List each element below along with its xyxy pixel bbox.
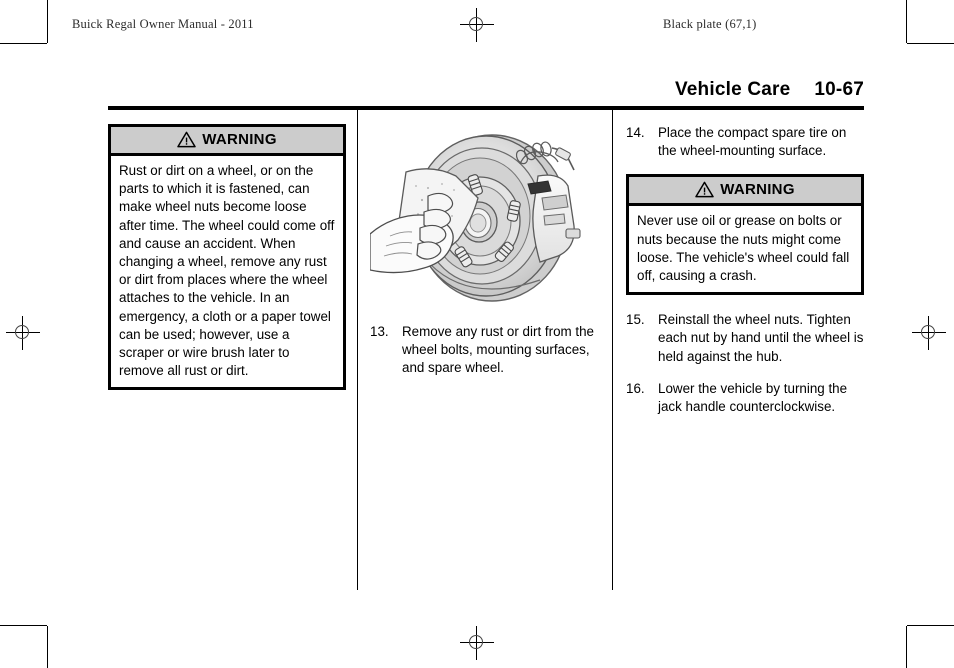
warning-triangle-icon <box>177 131 196 148</box>
registration-mark-bottom <box>460 626 494 660</box>
page-title-section: Vehicle Care <box>674 79 791 100</box>
registration-mark-circle <box>469 635 483 649</box>
registration-mark-left <box>6 316 40 350</box>
step-13-text: Remove any rust or dirt from the wheel b… <box>402 324 595 376</box>
step-16-text: Lower the vehicle by turning the jack ha… <box>658 380 848 415</box>
warning-box-rust-or-dirt: WARNING Rust or dirt on a wheel, or on t… <box>108 124 346 391</box>
warning-label: WARNING <box>720 181 795 199</box>
wheel-hub-cleaning-illustration <box>370 124 602 309</box>
column-right: 14. Place the compact spare tire on the … <box>626 124 864 430</box>
page-title-rule <box>108 106 864 110</box>
running-head-left: Buick Regal Owner Manual - 2011 <box>72 17 254 31</box>
warning-body-text: Rust or dirt on a wheel, or on the parts… <box>119 163 335 379</box>
registration-mark-top <box>460 8 494 42</box>
step-14: 14. Place the compact spare tire on the … <box>626 124 864 160</box>
step-14-number: 14. <box>626 125 645 140</box>
step-16: 16. Lower the vehicle by turning the jac… <box>626 380 864 416</box>
warning-box-header: WARNING <box>629 177 861 207</box>
trim-mark-bottom-left-vertical <box>47 626 48 668</box>
warning-label: WARNING <box>202 131 277 148</box>
trim-mark-top-right-horizontal <box>907 43 954 44</box>
trim-mark-top-right-vertical <box>906 0 907 43</box>
step-15: 15. Reinstall the wheel nuts. Tighten ea… <box>626 311 864 366</box>
trim-mark-bottom-right-horizontal <box>907 625 954 626</box>
registration-mark-circle <box>15 325 29 339</box>
trim-mark-top-left-horizontal <box>0 43 47 44</box>
registration-mark-circle <box>921 325 935 339</box>
step-13-number: 13. <box>370 324 389 339</box>
step-14-text: Place the compact spare tire on the whee… <box>658 125 847 159</box>
warning-box-header: WARNING <box>111 127 343 156</box>
column-left: WARNING Rust or dirt on a wheel, or on t… <box>108 124 346 391</box>
trim-mark-bottom-right-vertical <box>906 626 907 668</box>
warning-body-text: Never use oil or grease on bolts or nuts… <box>637 213 850 284</box>
warning-triangle-icon <box>695 182 714 198</box>
warning-box-no-oil-or-grease: WARNING Never use oil or grease on bolts… <box>626 174 864 296</box>
column-divider-right <box>612 108 613 590</box>
step-15-text: Reinstall the wheel nuts. Tighten each n… <box>658 312 864 364</box>
running-head-right: Black plate (67,1) <box>663 17 757 31</box>
trim-mark-bottom-left-horizontal <box>0 625 47 626</box>
step-13: 13. Remove any rust or dirt from the whe… <box>370 323 602 378</box>
step-15-number: 15. <box>626 312 645 328</box>
step-16-number: 16. <box>626 380 645 396</box>
trim-mark-top-left-vertical <box>47 0 48 43</box>
page-title: Vehicle Care 10-67 <box>675 79 864 101</box>
registration-mark-right <box>912 316 946 350</box>
column-divider-left <box>357 108 358 590</box>
page-title-number: 10-67 <box>814 79 864 100</box>
column-middle: 13. Remove any rust or dirt from the whe… <box>370 124 602 392</box>
registration-mark-circle <box>469 17 483 31</box>
